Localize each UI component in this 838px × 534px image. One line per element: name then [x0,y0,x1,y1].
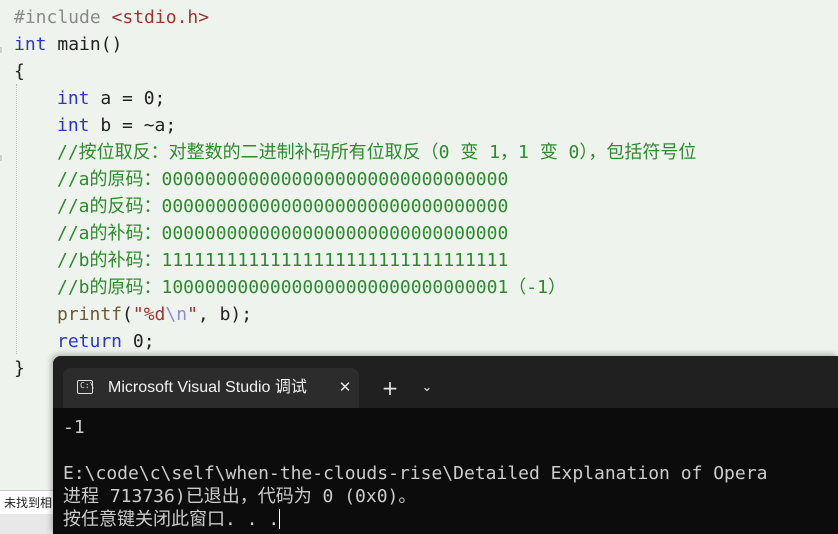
chevron-down-icon[interactable]: ⌄ [415,376,439,400]
code-line-return[interactable]: return 0; [57,328,155,355]
indent-guide [16,84,17,354]
terminal-tab[interactable]: C:\ Microsoft Visual Studio 调试 ✕ [63,368,359,408]
code-text: b = ~a; [89,115,177,136]
terminal-tab-bar: C:\ Microsoft Visual Studio 调试 ✕ + ⌄ [53,356,838,408]
gutter-marker [0,47,2,53]
status-bar-strip [0,514,54,534]
function-name: printf [57,304,123,325]
status-bar-message[interactable]: 未找到相 [0,490,59,515]
console-output-line: 按任意键关闭此窗口. . . [63,508,281,531]
code-line-comment[interactable]: //b的补码：11111111111111111111111111111111 [57,247,508,274]
console-output-line: -1 [63,417,85,438]
code-line-comment[interactable]: //a的反码：00000000000000000000000000000000 [57,193,508,220]
code-line-include[interactable]: #include <stdio.h> [14,4,209,31]
terminal-tab-title: Microsoft Visual Studio 调试 [108,379,307,396]
code-text: ( [122,304,133,325]
keyword: int [57,88,90,109]
text-cursor [279,509,281,529]
code-text: main() [46,34,123,55]
code-text: a = 0; [89,88,166,109]
escape-sequence: \n [165,304,188,325]
code-line-decl-a[interactable]: int a = 0; [57,85,165,112]
debug-console-window[interactable]: C:\ Microsoft Visual Studio 调试 ✕ + ⌄ -1 … [53,356,838,534]
code-line-main[interactable]: int main() [14,31,122,58]
new-tab-button[interactable]: + [378,376,402,400]
keyword: int [57,115,90,136]
console-output-line: E:\code\c\self\when-the-clouds-rise\Deta… [63,463,768,484]
code-line-open-brace[interactable]: { [14,58,25,85]
preprocessor-directive: #include [14,7,112,28]
string-literal: " [187,304,198,325]
console-output-line: 进程 713736)已退出，代码为 0 (0x0)。 [63,486,417,507]
code-line-comment[interactable]: //b的原码：10000000000000000000000000000001（… [57,274,566,301]
code-line-close-brace[interactable]: } [14,355,25,382]
code-text: 0; [122,331,155,352]
close-icon[interactable]: ✕ [335,377,355,397]
code-line-comment[interactable]: //a的补码：00000000000000000000000000000000 [57,220,508,247]
console-prompt-text: 按任意键关闭此窗口. . . [63,509,280,530]
keyword: int [14,34,47,55]
code-text: } [14,358,25,379]
code-line-comment[interactable]: //a的原码：00000000000000000000000000000000 [57,166,508,193]
string-literal: "%d [132,304,166,325]
code-text: , b); [197,304,253,325]
console-icon-glyph: C:\ [80,381,95,390]
code-text: { [14,61,25,82]
code-line-comment[interactable]: //按位取反：对整数的二进制补码所有位取反（0 变 1，1 变 0），包括符号位 [57,139,696,166]
code-line-printf[interactable]: printf("%d\n", b); [57,301,252,328]
include-header: <stdio.h> [111,7,210,28]
code-line-decl-b[interactable]: int b = ~a; [57,112,176,139]
console-icon: C:\ [77,380,95,394]
gutter-marker [0,155,2,161]
keyword: return [57,331,123,352]
